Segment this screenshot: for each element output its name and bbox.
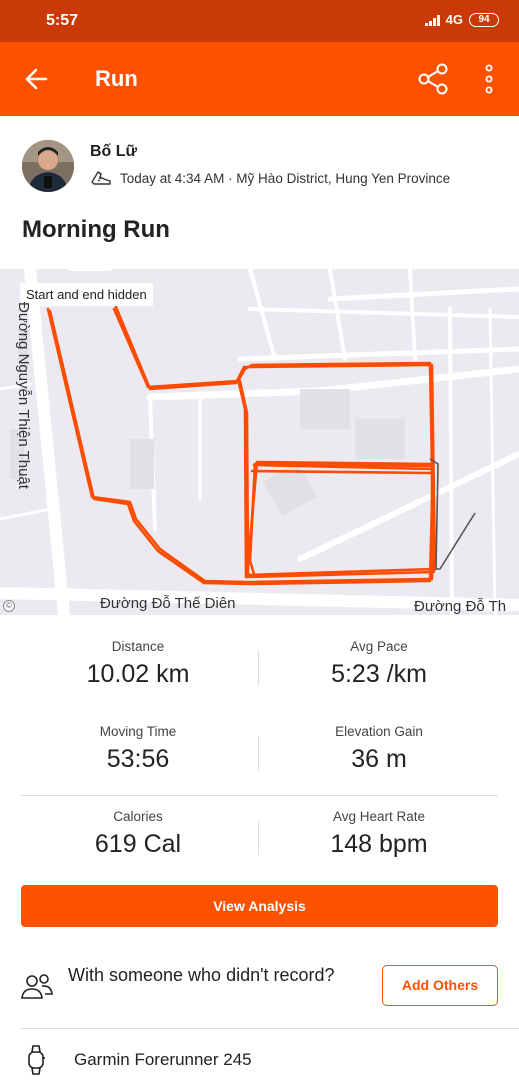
share-icon[interactable] bbox=[416, 62, 450, 96]
shoe-icon bbox=[91, 171, 111, 185]
app-bar: Run bbox=[0, 42, 519, 116]
add-others-button[interactable]: Add Others bbox=[382, 965, 498, 1006]
stat-value: 5:23 /km bbox=[331, 660, 427, 688]
stat-label: Moving Time bbox=[99, 724, 177, 739]
street-label-bottom: Đường Đỗ Thế Diên bbox=[100, 595, 236, 612]
status-time: 5:57 bbox=[46, 12, 79, 29]
stat-elevation-gain: Elevation Gain 36 m bbox=[259, 724, 499, 774]
stat-value: 53:56 bbox=[106, 745, 170, 773]
privacy-chip: Start and end hidden bbox=[20, 283, 153, 306]
stat-label: Avg Pace bbox=[350, 639, 408, 654]
route-map[interactable]: © bbox=[0, 269, 519, 615]
stat-label: Calories bbox=[113, 809, 163, 824]
stat-value: 619 Cal bbox=[94, 830, 182, 858]
signal-icon bbox=[424, 14, 440, 26]
stat-value: 148 bpm bbox=[330, 830, 428, 858]
activity-meta: Today at 4:34 AM · Mỹ Hào District, Hung… bbox=[90, 169, 450, 187]
divider bbox=[20, 1028, 519, 1029]
street-label-bottom-right: Đường Đỗ Th bbox=[414, 598, 507, 615]
watch-icon bbox=[28, 1045, 45, 1075]
status-indicators: 4G 94 bbox=[424, 12, 499, 27]
device-name: Garmin Forerunner 245 bbox=[74, 1050, 252, 1069]
stat-distance: Distance 10.02 km bbox=[18, 639, 258, 689]
stat-moving-time: Moving Time 53:56 bbox=[18, 724, 258, 774]
stat-avg-heart-rate: Avg Heart Rate 148 bpm bbox=[259, 809, 499, 859]
athlete-name[interactable]: Bố Lữ bbox=[90, 143, 137, 161]
stats-divider bbox=[20, 795, 498, 796]
activity-meta-text: Today at 4:34 AM · Mỹ Hào District, Hung… bbox=[120, 170, 451, 186]
status-bar: 5:57 4G 94 bbox=[0, 0, 519, 42]
view-analysis-button[interactable]: View Analysis bbox=[21, 885, 498, 927]
mapbox-logo-icon[interactable]: © bbox=[3, 600, 15, 612]
with-someone-text: With someone who didn't record? bbox=[68, 965, 335, 985]
stat-label: Avg Heart Rate bbox=[332, 809, 426, 824]
stat-avg-pace: Avg Pace 5:23 /km bbox=[259, 639, 499, 689]
stat-value: 10.02 km bbox=[86, 660, 190, 688]
map-canvas bbox=[0, 269, 519, 615]
stat-label: Distance bbox=[111, 639, 165, 654]
avatar-image bbox=[22, 140, 74, 192]
arrow-left-icon[interactable] bbox=[22, 64, 52, 94]
network-type: 4G bbox=[445, 12, 463, 27]
people-icon bbox=[21, 974, 53, 999]
street-label-vertical: Đường Nguyễn Thiện Thuật bbox=[15, 302, 32, 489]
stat-value: 36 m bbox=[351, 745, 407, 773]
avatar[interactable] bbox=[22, 140, 74, 192]
stat-label: Elevation Gain bbox=[335, 724, 423, 739]
battery-icon: 94 bbox=[469, 12, 499, 27]
page-title: Run bbox=[95, 66, 138, 91]
activity-title: Morning Run bbox=[22, 216, 170, 243]
stat-calories: Calories 619 Cal bbox=[18, 809, 258, 859]
more-vertical-icon[interactable] bbox=[478, 62, 500, 96]
